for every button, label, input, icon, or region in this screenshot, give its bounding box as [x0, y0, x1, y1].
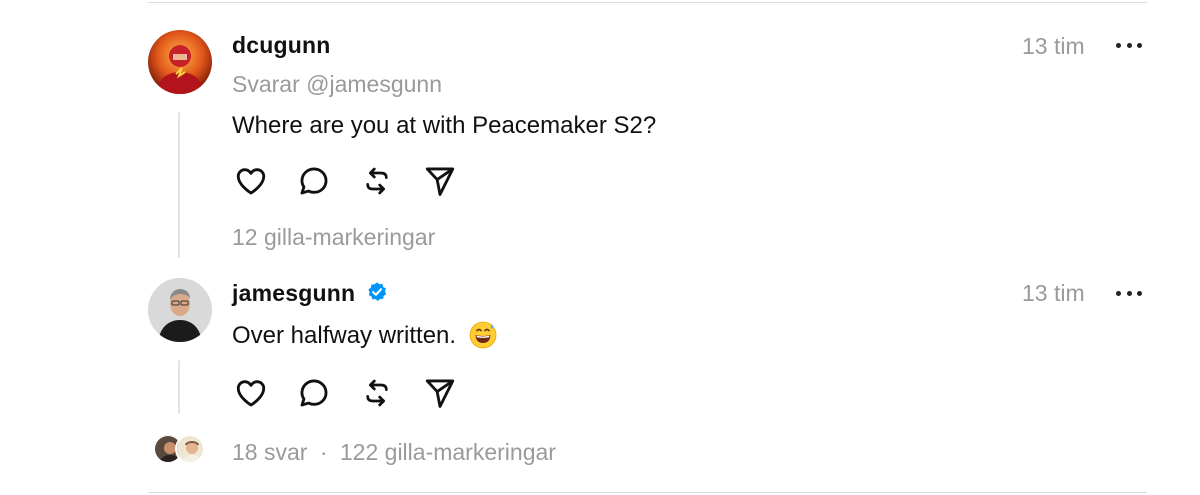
post-text-2: Over halfway written.: [232, 321, 497, 350]
like-button-1[interactable]: [231, 161, 271, 201]
bottom-divider: [148, 492, 1147, 493]
more-options-button-1[interactable]: [1116, 35, 1142, 55]
top-divider: [148, 2, 1147, 3]
avatar-jamesgunn[interactable]: [148, 278, 212, 342]
comment-icon: [300, 167, 328, 195]
reply-to-label[interactable]: Svarar @jamesgunn: [232, 71, 442, 98]
thread-line-2: [178, 360, 180, 414]
more-icon-dot: [1137, 290, 1142, 296]
stat-separator: ·: [319, 439, 328, 465]
avatar-dcugunn[interactable]: [148, 30, 212, 94]
likes-count-2[interactable]: 122 gilla-markeringar: [340, 439, 556, 465]
heart-icon: [236, 380, 266, 407]
repost-icon: [366, 167, 388, 195]
comment-icon: [300, 379, 328, 407]
more-icon-dot: [1126, 290, 1132, 296]
more-icon-dot: [1126, 42, 1132, 48]
likes-count-1[interactable]: 12 gilla-markeringar: [232, 224, 435, 251]
repost-icon: [366, 379, 388, 407]
more-options-button-2[interactable]: [1116, 283, 1142, 303]
username-jamesgunn[interactable]: jamesgunn: [232, 280, 388, 307]
more-icon-dot: [1116, 42, 1121, 48]
timestamp-2[interactable]: 13 tim: [1022, 280, 1085, 307]
send-icon: [425, 379, 455, 408]
share-button-1[interactable]: [420, 161, 460, 201]
post-text-content: Over halfway written.: [232, 322, 457, 349]
more-icon-dot: [1137, 42, 1142, 48]
post-stats-2: 18 svar · 122 gilla-markeringar: [232, 439, 556, 466]
username-text[interactable]: jamesgunn: [232, 280, 355, 306]
heart-icon: [236, 168, 266, 195]
repost-button-1[interactable]: [357, 161, 397, 201]
username-dcugunn[interactable]: dcugunn: [232, 32, 331, 59]
share-button-2[interactable]: [420, 373, 460, 413]
action-bar-2: [231, 373, 483, 413]
like-button-2[interactable]: [231, 373, 271, 413]
repost-button-2[interactable]: [357, 373, 397, 413]
comment-button-2[interactable]: [294, 373, 334, 413]
more-icon-dot: [1116, 290, 1121, 296]
post-text-1: Where are you at with Peacemaker S2?: [232, 112, 657, 139]
grinning-sweat-emoji-icon: [469, 321, 497, 349]
timestamp-1[interactable]: 13 tim: [1022, 33, 1085, 60]
verified-badge-icon: [368, 282, 386, 301]
action-bar-1: [231, 161, 483, 201]
replier-avatars[interactable]: [153, 434, 208, 464]
replier-avatar-2: [175, 434, 205, 464]
comment-button-1[interactable]: [294, 161, 334, 201]
replies-count[interactable]: 18 svar: [232, 439, 307, 465]
thread-line-1: [178, 112, 180, 258]
send-icon: [425, 167, 455, 196]
